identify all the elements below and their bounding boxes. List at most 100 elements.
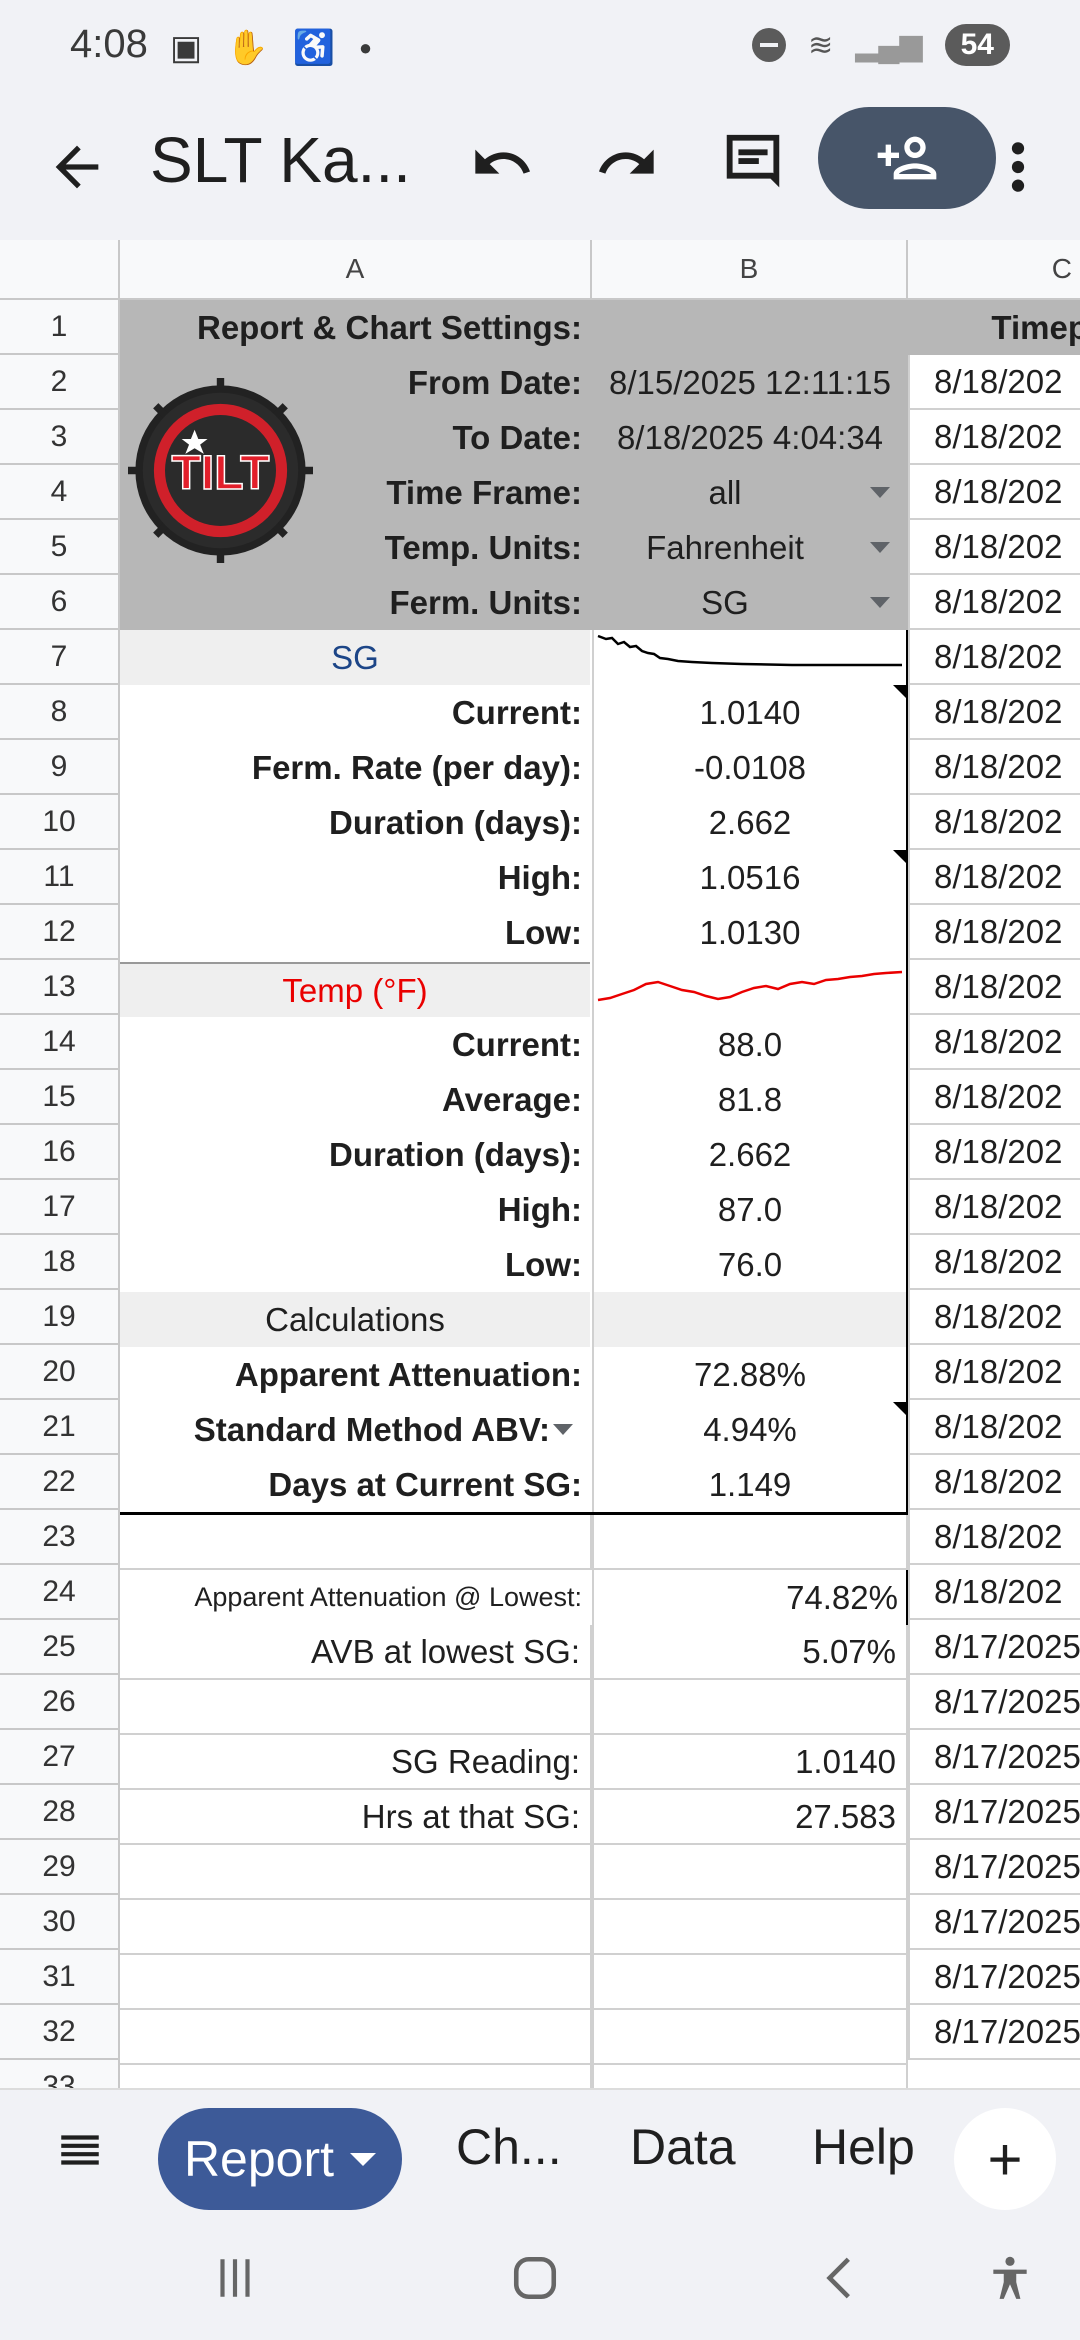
temp-high-label[interactable]: High: [120, 1182, 592, 1237]
row-header[interactable]: 17 [0, 1180, 120, 1235]
row-header[interactable]: 13 [0, 960, 120, 1015]
row-header[interactable]: 7 [0, 630, 120, 685]
row-header[interactable]: 14 [0, 1015, 120, 1070]
column-c-cell[interactable]: 8/17/2025 [908, 2005, 1080, 2060]
redo-icon[interactable] [595, 131, 659, 195]
tab-help[interactable]: Help [812, 2118, 915, 2176]
spreadsheet-grid[interactable]: A B C 1 2 3 4 5 6 7 8 9 10 11 12 13 14 15 16 17 18 19 20 21 2… [0, 240, 1080, 2088]
column-c-cell[interactable]: 8/17/2025 [908, 1620, 1080, 1675]
ferm-units-label[interactable]: Ferm. Units: [320, 575, 592, 630]
column-header-b[interactable]: B [592, 240, 908, 300]
row-header[interactable]: 15 [0, 1070, 120, 1125]
attenuation-label[interactable]: Apparent Attenuation: [120, 1347, 592, 1402]
sg-current-value[interactable]: 1.0140 [592, 685, 908, 740]
tab-report[interactable]: Report [158, 2108, 402, 2210]
home-icon[interactable] [510, 2253, 560, 2303]
temp-current-label[interactable]: Current: [120, 1017, 592, 1072]
calculations-header[interactable]: Calculations [120, 1292, 590, 1347]
column-c-cell[interactable]: 8/18/202 [908, 1400, 1080, 1455]
sg-duration-label[interactable]: Duration (days): [120, 795, 592, 850]
column-c-cell[interactable]: 8/18/202 [908, 1345, 1080, 1400]
temp-sparkline[interactable] [592, 962, 908, 1017]
attenuation-value[interactable]: 72.88% [592, 1347, 908, 1402]
column-c-cell[interactable]: 8/17/2025 [908, 1785, 1080, 1840]
column-c-cell[interactable]: 8/17/2025 [908, 1950, 1080, 2005]
row-header[interactable]: 30 [0, 1895, 120, 1950]
back-nav-icon[interactable] [815, 2253, 865, 2303]
row-header[interactable]: 31 [0, 1950, 120, 2005]
row-header[interactable]: 5 [0, 520, 120, 575]
ferm-rate-value[interactable]: -0.0108 [592, 740, 908, 795]
column-c-cell[interactable]: 8/18/202 [908, 740, 1080, 795]
row-header[interactable]: 29 [0, 1840, 120, 1895]
att-lowest-label[interactable]: Apparent Attenuation @ Lowest: [120, 1570, 592, 1625]
column-header-c[interactable]: C [908, 240, 1080, 300]
temp-section-header[interactable]: Temp (°F) [120, 962, 590, 1017]
add-sheet-button[interactable]: + [954, 2108, 1056, 2210]
time-header[interactable]: Timep [908, 300, 1080, 355]
sg-low-value[interactable]: 1.0130 [592, 905, 908, 960]
recent-apps-icon[interactable] [210, 2253, 260, 2303]
row-header[interactable]: 19 [0, 1290, 120, 1345]
days-at-sg-label[interactable]: Days at Current SG: [120, 1457, 592, 1512]
row-header[interactable]: 22 [0, 1455, 120, 1510]
ferm-units-value[interactable]: SG [592, 575, 858, 630]
more-options-icon[interactable] [1000, 135, 1036, 199]
row-header[interactable]: 3 [0, 410, 120, 465]
temp-low-value[interactable]: 76.0 [592, 1237, 908, 1292]
sg-low-label[interactable]: Low: [120, 905, 592, 960]
avb-lowest-value[interactable]: 5.07% [592, 1625, 908, 1680]
abv-method-dropdown-icon[interactable] [553, 1424, 573, 1435]
tab-data[interactable]: Data [630, 2118, 736, 2176]
document-title[interactable]: SLT Ka... [150, 123, 411, 197]
column-c-cell[interactable]: 8/18/202 [908, 850, 1080, 905]
undo-icon[interactable] [470, 131, 534, 195]
from-date-value[interactable]: 8/15/2025 12:11:15 [592, 355, 908, 410]
avb-lowest-label[interactable]: AVB at lowest SG: [120, 1625, 592, 1680]
sg-reading-value[interactable]: 1.0140 [592, 1735, 908, 1790]
temp-current-value[interactable]: 88.0 [592, 1017, 908, 1072]
temp-average-label[interactable]: Average: [120, 1072, 592, 1127]
time-frame-dropdown-icon[interactable] [870, 487, 890, 498]
row-header[interactable]: 32 [0, 2005, 120, 2060]
sg-reading-label[interactable]: SG Reading: [120, 1735, 592, 1790]
settings-header[interactable]: Report & Chart Settings: [120, 300, 592, 355]
temp-units-label[interactable]: Temp. Units: [320, 520, 592, 575]
sg-high-label[interactable]: High: [120, 850, 592, 905]
column-c-cell[interactable]: 8/18/202 [908, 1510, 1080, 1565]
column-c-cell[interactable]: 8/18/202 [908, 1565, 1080, 1620]
temp-average-value[interactable]: 81.8 [592, 1072, 908, 1127]
ferm-rate-label[interactable]: Ferm. Rate (per day): [120, 740, 592, 795]
time-frame-value[interactable]: all [592, 465, 858, 520]
row-header[interactable]: 8 [0, 685, 120, 740]
column-c-cell[interactable]: 8/18/202 [908, 1015, 1080, 1070]
column-c-cell[interactable]: 8/18/202 [908, 355, 1080, 410]
temp-low-label[interactable]: Low: [120, 1237, 592, 1292]
column-c-cell[interactable]: 8/18/202 [908, 465, 1080, 520]
accessibility-nav-icon[interactable] [985, 2253, 1035, 2303]
sg-high-value[interactable]: 1.0516 [592, 850, 908, 905]
row-header[interactable]: 2 [0, 355, 120, 410]
temp-high-value[interactable]: 87.0 [592, 1182, 908, 1237]
row-header[interactable]: 25 [0, 1620, 120, 1675]
temp-duration-label[interactable]: Duration (days): [120, 1127, 592, 1182]
sg-sparkline[interactable] [592, 630, 908, 685]
ferm-units-dropdown-icon[interactable] [870, 597, 890, 608]
hrs-at-sg-value[interactable]: 27.583 [592, 1790, 908, 1845]
back-arrow-icon[interactable] [45, 135, 109, 199]
to-date-value[interactable]: 8/18/2025 4:04:34 [592, 410, 908, 465]
column-header-a[interactable]: A [120, 240, 592, 300]
att-lowest-value[interactable]: 74.82% [592, 1570, 908, 1625]
column-c-cell[interactable]: 8/17/2025 [908, 1840, 1080, 1895]
row-header[interactable]: 10 [0, 795, 120, 850]
column-c-cell[interactable]: 8/18/202 [908, 410, 1080, 465]
share-button[interactable] [818, 107, 996, 209]
row-header[interactable]: 1 [0, 300, 120, 355]
row-header[interactable]: 16 [0, 1125, 120, 1180]
column-c-cell[interactable]: 8/17/2025 [908, 1730, 1080, 1785]
row-header[interactable]: 18 [0, 1235, 120, 1290]
row-header[interactable]: 6 [0, 575, 120, 630]
temp-duration-value[interactable]: 2.662 [592, 1127, 908, 1182]
select-all-corner[interactable] [0, 240, 120, 300]
row-header[interactable]: 20 [0, 1345, 120, 1400]
